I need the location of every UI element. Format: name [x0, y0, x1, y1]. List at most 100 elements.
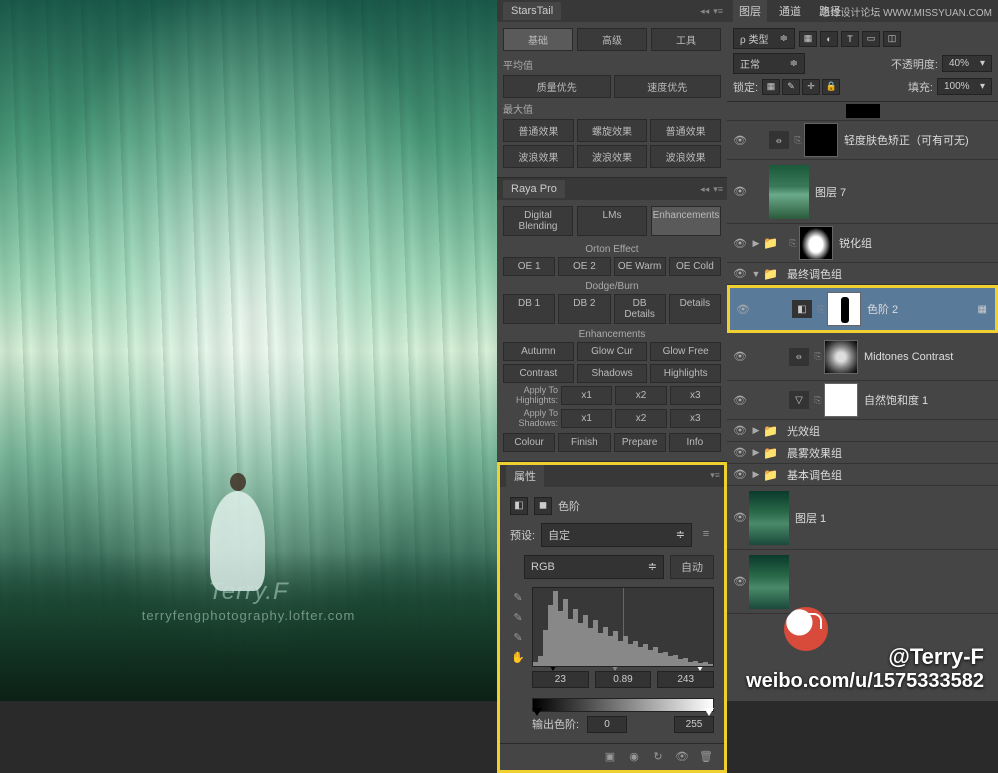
- collapse-icon[interactable]: ◂◂: [700, 6, 709, 17]
- layer-final-color-group[interactable]: 👁 ▼ 📁 最终调色组: [727, 263, 998, 285]
- layer-mask[interactable]: [827, 292, 861, 326]
- lock-pos-icon[interactable]: ✛: [802, 79, 820, 95]
- max-btn-1[interactable]: 普通效果: [503, 119, 574, 142]
- prev-icon[interactable]: ◉: [626, 750, 642, 764]
- tab-lms[interactable]: LMs: [577, 206, 647, 236]
- sh-x1[interactable]: x1: [561, 409, 612, 428]
- visibility-toggle[interactable]: 👁: [731, 185, 749, 198]
- layer-sharpen-group[interactable]: 👁 ▶ 📁 ⎘ 锐化组: [727, 224, 998, 263]
- glowfree-button[interactable]: Glow Free: [650, 342, 721, 361]
- visibility-toggle[interactable]: 👁: [731, 446, 749, 459]
- gamma-input[interactable]: 0.89: [595, 671, 652, 688]
- lock-trans-icon[interactable]: ▦: [762, 79, 780, 95]
- menu-icon[interactable]: ▾≡: [713, 6, 723, 17]
- reset-icon[interactable]: ↻: [650, 750, 666, 764]
- glowcur-button[interactable]: Glow Cur: [577, 342, 648, 361]
- preset-select[interactable]: 自定≑: [541, 523, 692, 547]
- info-button[interactable]: Info: [669, 433, 721, 452]
- layer-7[interactable]: 👁 图层 7: [727, 160, 998, 224]
- expand-icon[interactable]: ▶: [749, 469, 763, 480]
- max-btn-4[interactable]: 波浪效果: [503, 145, 574, 168]
- layer-midtones-contrast[interactable]: 👁 ⦵ ⎘ Midtones Contrast: [727, 333, 998, 381]
- max-btn-6[interactable]: 波浪效果: [650, 145, 721, 168]
- layer-basic-color-group[interactable]: 👁 ▶ 📁 基本调色组: [727, 464, 998, 486]
- hi-x3[interactable]: x3: [670, 386, 721, 405]
- layer-thumbnail[interactable]: [749, 555, 789, 609]
- layer-levels-2[interactable]: 👁 ◧ ⎘ 色阶 2 ▦: [727, 285, 998, 333]
- expand-icon[interactable]: ▶: [749, 238, 763, 249]
- layer-bottom[interactable]: 👁: [727, 550, 998, 614]
- contrast-button[interactable]: Contrast: [503, 364, 574, 383]
- layer-mask[interactable]: [804, 123, 838, 157]
- highlights-button[interactable]: Highlights: [650, 364, 721, 383]
- filter-adj-icon[interactable]: ◐: [820, 31, 838, 47]
- hi-x2[interactable]: x2: [615, 386, 666, 405]
- tab-tools[interactable]: 工具: [651, 28, 721, 51]
- out-black-handle[interactable]: [532, 708, 542, 716]
- sh-x2[interactable]: x2: [615, 409, 666, 428]
- oecold-button[interactable]: OE Cold: [669, 257, 721, 276]
- gray-eyedropper-icon[interactable]: ✎: [510, 611, 526, 625]
- speed-first-button[interactable]: 速度优先: [614, 75, 722, 98]
- visibility-icon[interactable]: 👁: [674, 750, 690, 764]
- dbdetails-button[interactable]: DB Details: [614, 294, 666, 324]
- out-white-handle[interactable]: [704, 708, 714, 716]
- autumn-button[interactable]: Autumn: [503, 342, 574, 361]
- black-input[interactable]: 23: [532, 671, 589, 688]
- tab-channels[interactable]: 通道: [773, 0, 807, 22]
- lock-pixels-icon[interactable]: ✎: [782, 79, 800, 95]
- tab-layers[interactable]: 图层: [733, 0, 767, 22]
- visibility-toggle[interactable]: 👁: [731, 511, 749, 524]
- max-btn-2[interactable]: 螺旋效果: [577, 119, 648, 142]
- layer-mist-group[interactable]: 👁 ▶ 📁 晨雾效果组: [727, 442, 998, 464]
- visibility-toggle[interactable]: 👁: [731, 237, 749, 250]
- visibility-toggle[interactable]: 👁: [731, 424, 749, 437]
- details-button[interactable]: Details: [669, 294, 721, 324]
- opacity-input[interactable]: 40%▾: [942, 55, 992, 72]
- white-input[interactable]: 243: [657, 671, 714, 688]
- tab-basic[interactable]: 基础: [503, 28, 573, 51]
- filter-kind-select[interactable]: ρ 类型≑: [733, 28, 795, 49]
- delete-icon[interactable]: 🗑: [698, 750, 714, 764]
- filter-smart-icon[interactable]: ◫: [883, 31, 901, 47]
- layer-1[interactable]: 👁 图层 1: [727, 486, 998, 550]
- collapse-icon[interactable]: ◂◂: [700, 184, 709, 195]
- clip-icon[interactable]: ▣: [602, 750, 618, 764]
- visibility-toggle[interactable]: 👁: [731, 394, 749, 407]
- oe2-button[interactable]: OE 2: [558, 257, 610, 276]
- black-eyedropper-icon[interactable]: ✎: [510, 591, 526, 605]
- tab-advanced[interactable]: 高级: [577, 28, 647, 51]
- layer-mask[interactable]: [824, 340, 858, 374]
- visibility-toggle[interactable]: 👁: [734, 303, 752, 316]
- menu-icon[interactable]: ▾≡: [710, 470, 720, 481]
- expand-icon[interactable]: ▶: [749, 425, 763, 436]
- oewarm-button[interactable]: OE Warm: [614, 257, 666, 276]
- white-eyedropper-icon[interactable]: ✎: [510, 631, 526, 645]
- layer-thumbnail[interactable]: [769, 165, 809, 219]
- filter-text-icon[interactable]: T: [841, 31, 859, 47]
- shadows-button[interactable]: Shadows: [577, 364, 648, 383]
- finish-button[interactable]: Finish: [558, 433, 610, 452]
- layer-light-group[interactable]: 👁 ▶ 📁 光效组: [727, 420, 998, 442]
- layer-skin-correction[interactable]: 👁 ⦵ ⎘ 轻度肤色矫正（可有可无): [727, 121, 998, 160]
- auto-button[interactable]: 自动: [670, 555, 714, 579]
- layer-bg-thumb[interactable]: [727, 102, 998, 121]
- lock-all-icon[interactable]: 🔒: [822, 79, 840, 95]
- blend-mode-select[interactable]: 正常≑: [733, 53, 805, 74]
- layer-vibrance-1[interactable]: 👁 ▽ ⎘ 自然饱和度 1: [727, 381, 998, 420]
- filter-shape-icon[interactable]: ▭: [862, 31, 880, 47]
- sample-icon[interactable]: ✋: [510, 651, 526, 665]
- fill-input[interactable]: 100%▾: [937, 78, 992, 95]
- visibility-toggle[interactable]: 👁: [731, 267, 749, 280]
- out-black-input[interactable]: 0: [587, 716, 627, 733]
- collapse-icon[interactable]: ▼: [749, 269, 763, 279]
- db1-button[interactable]: DB 1: [503, 294, 555, 324]
- quality-first-button[interactable]: 质量优先: [503, 75, 611, 98]
- layer-mask[interactable]: [799, 226, 833, 260]
- layer-thumbnail[interactable]: [749, 491, 789, 545]
- channel-select[interactable]: RGB≑: [524, 555, 664, 579]
- out-white-input[interactable]: 255: [674, 716, 714, 733]
- layer-mask[interactable]: [824, 383, 858, 417]
- db2-button[interactable]: DB 2: [558, 294, 610, 324]
- max-btn-5[interactable]: 波浪效果: [577, 145, 648, 168]
